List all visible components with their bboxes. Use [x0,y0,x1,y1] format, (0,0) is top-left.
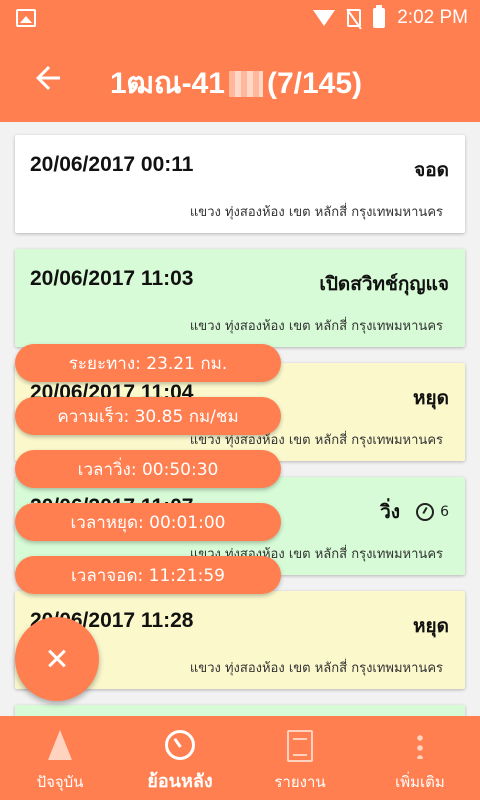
gauge-icon [416,503,435,521]
battery-icon [373,5,386,28]
vehicle-plate: 1ฒณ-41 [110,67,225,100]
nav-current-label: ปัจจุบัน [36,773,84,791]
close-fab-button[interactable] [15,617,99,701]
status-time: 2:02 PM [397,7,468,28]
nav-history[interactable]: ย้อนหลัง [120,716,240,800]
list-item[interactable]: 20/06/2017 00:11 จอด แขวง ทุ่งสองห้อง เข… [15,135,465,233]
list-item[interactable]: 20/06/2017 11:03 เปิดสวิทช์กุญแจ แขวง ทุ… [15,249,465,347]
gauge-count: 6 [440,504,449,520]
navigation-arrow-icon [48,730,72,760]
record-counter: (7/145) [266,66,363,100]
entry-state: วิ่ง 6 [380,501,449,523]
nav-current[interactable]: ปัจจุบัน [0,716,120,800]
list-item[interactable] [15,705,465,716]
entry-address: แขวง ทุ่งสองห้อง เขต หลักสี่ กรุงเทพมหาน… [189,205,443,220]
speed-pill[interactable]: ความเร็ว: 30.85 กม/ชม [15,397,281,435]
no-sim-icon [347,9,362,27]
entry-address: แขวง ทุ่งสองห้อง เขต หลักสี่ กรุงเทพมหาน… [189,319,443,334]
app-bar: 1ฒณ-41 (7/145) [0,36,480,122]
nav-more-label: เพิ่มเติม [395,773,445,791]
bottom-nav: ปัจจุบัน ย้อนหลัง รายงาน เพิ่มเติม [0,716,480,800]
nav-more[interactable]: เพิ่มเติม [360,716,480,800]
image-icon [16,9,36,27]
entry-time: 20/06/2017 00:11 [30,153,194,176]
nav-report-label: รายงาน [274,773,326,791]
nav-report[interactable]: รายงาน [240,716,360,800]
entry-time: 20/06/2017 11:03 [30,267,194,290]
page-title: 1ฒณ-41 (7/145) [110,60,362,107]
entry-state: จอด [414,159,449,181]
more-vert-icon [417,733,423,759]
entry-state: เปิดสวิทช์กุญแจ [319,273,449,295]
stop-time-pill[interactable]: เวลาหยุด: 00:01:00 [15,503,281,541]
redacted-block [228,70,263,97]
entry-state: หยุด [413,387,449,409]
nav-history-label: ย้อนหลัง [147,771,213,792]
back-arrow-icon[interactable] [30,60,66,96]
document-icon [287,730,313,762]
clock-icon [165,730,195,760]
status-bar: 2:02 PM [0,0,480,36]
distance-pill[interactable]: ระยะทาง: 23.21 กม. [15,344,281,382]
park-time-pill[interactable]: เวลาจอด: 11:21:59 [15,556,281,594]
entry-state: หยุด [413,615,449,637]
status-icons: 2:02 PM [313,0,468,36]
run-time-pill[interactable]: เวลาวิ่ง: 00:50:30 [15,450,281,488]
entry-address: แขวง ทุ่งสองห้อง เขต หลักสี่ กรุงเทพมหาน… [189,661,443,676]
wifi-icon [313,10,336,26]
